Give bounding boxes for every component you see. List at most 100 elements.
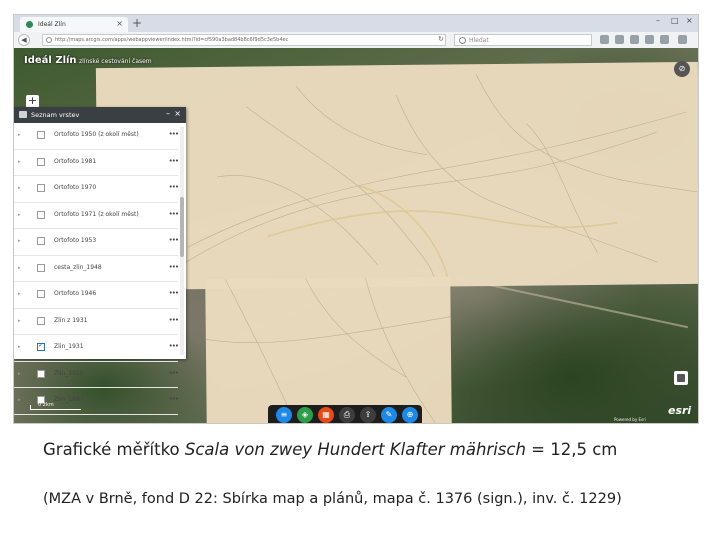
expand-caret-icon[interactable]: ▸ (18, 185, 21, 191)
layer-row[interactable]: ▸ Zlin_1925 ••• (14, 362, 179, 388)
new-tab-button[interactable]: + (132, 15, 142, 31)
layer-visibility-checkbox[interactable] (37, 131, 45, 139)
layer-label: Zlin_1925 (54, 369, 84, 377)
layers-tool-button[interactable]: ◈ (297, 407, 313, 423)
draw-tool-button[interactable]: ✎ (381, 407, 397, 423)
layer-visibility-checkbox[interactable] (37, 290, 45, 298)
back-button[interactable]: ◀ (18, 34, 30, 46)
expand-caret-icon[interactable]: ▸ (18, 344, 21, 350)
caption-scale-prefix: Grafické měřítko (43, 440, 185, 459)
scrollbar-thumb[interactable] (180, 197, 184, 257)
browser-tab-title: Ideál Zlín (38, 21, 66, 28)
reading-list-icon[interactable] (615, 35, 624, 44)
attribute-table-button[interactable] (674, 371, 688, 385)
bottom-toolbar: ≡ ◈ ▦ ⎙ ⇪ ✎ ⊕ (268, 405, 422, 423)
screenshot-frame: Ideál Zlín × + – □ × ◀ http://maps.arcgi… (13, 14, 699, 424)
basemap-tool-button[interactable]: ▦ (318, 407, 334, 423)
historic-map-overlay-lower (205, 276, 452, 423)
layer-row[interactable]: ▸ Ortofoto 1946 ••• (14, 282, 179, 309)
expand-caret-icon[interactable]: ▸ (18, 291, 21, 297)
layer-options-icon[interactable]: ••• (169, 183, 179, 191)
layer-options-icon[interactable]: ••• (169, 236, 179, 244)
layer-options-icon[interactable]: ••• (169, 369, 179, 377)
expand-caret-icon[interactable]: ▸ (18, 159, 21, 165)
layer-row[interactable]: ▸ Ortofoto 1970 ••• (14, 176, 179, 203)
layers-icon (19, 111, 27, 118)
download-icon[interactable] (630, 35, 639, 44)
expand-caret-icon[interactable]: ▸ (18, 265, 21, 271)
layer-row[interactable]: ▸ Ortofoto 1971 (z okolí měst) ••• (14, 203, 179, 229)
layer-visibility-checkbox[interactable] (37, 263, 45, 272)
legend-tool-button[interactable]: ≡ (276, 407, 292, 423)
info-icon[interactable] (46, 37, 52, 43)
layer-visibility-checkbox[interactable] (37, 341, 45, 351)
browser-search-field[interactable]: Hledat (454, 34, 592, 46)
layer-row[interactable]: ▸ Zlin_1931 ••• (14, 335, 179, 362)
layer-label: Ortofoto 1950 (z okolí měst) (54, 131, 139, 138)
layer-options-icon[interactable]: ••• (169, 316, 179, 324)
layer-options-icon[interactable]: ••• (169, 342, 179, 350)
layer-label: Ortofoto 1946 (54, 290, 97, 297)
layer-visibility-checkbox[interactable] (37, 237, 45, 245)
pocket-icon[interactable] (660, 35, 669, 44)
print-tool-button[interactable]: ⎙ (339, 407, 355, 423)
layer-list-header: Seznam vrstev – × (14, 107, 186, 123)
layer-row[interactable]: ▸ Ortofoto 1981 ••• (14, 150, 179, 176)
layer-visibility-checkbox[interactable] (37, 184, 45, 192)
layer-label: cesta_zlin_1948 (54, 263, 102, 271)
map-attribution: Powered by Esri (614, 417, 646, 422)
layer-row[interactable]: ▸ Ortofoto 1953 ••• (14, 229, 179, 256)
browser-tab[interactable]: Ideál Zlín × (20, 17, 128, 32)
expand-caret-icon[interactable]: ▸ (18, 132, 21, 138)
expand-caret-icon[interactable]: ▸ (18, 318, 21, 324)
layer-options-icon[interactable]: ••• (169, 210, 179, 218)
layer-label: Ortofoto 1981 (54, 157, 97, 165)
menu-icon[interactable] (678, 35, 687, 44)
share-tool-button[interactable]: ⇪ (360, 407, 376, 423)
layer-list-panel: Seznam vrstev – × ▸ Ortofoto 1950 (z okol… (14, 107, 186, 415)
panel-close-icon[interactable]: × (174, 109, 181, 118)
browser-toolbar: ◀ http://maps.arcgis.com/apps/webappview… (14, 32, 698, 49)
app-subtitle: zlínské cestování časem (79, 58, 152, 65)
layer-row[interactable]: ▸ Ortofoto 1950 (z okolí měst) ••• (14, 123, 179, 150)
layer-label: Ortofoto 1953 (54, 237, 97, 244)
expand-caret-icon[interactable]: ▸ (18, 397, 21, 403)
layer-label: Zlín z 1931 (54, 316, 88, 324)
historic-map-linework (177, 74, 698, 287)
expand-caret-icon[interactable]: ▸ (18, 371, 21, 377)
window-maximize-button[interactable]: □ (671, 16, 679, 25)
panel-minimize-icon[interactable]: – (166, 109, 170, 118)
layer-options-icon[interactable]: ••• (169, 130, 179, 138)
window-close-button[interactable]: × (686, 16, 693, 25)
tab-close-icon[interactable]: × (116, 19, 123, 28)
address-url: http://maps.arcgis.com/apps/webappviewer… (55, 37, 289, 43)
caption-scale: Grafické měřítko Scala von zwey Hundert … (43, 440, 617, 459)
layer-visibility-checkbox[interactable] (37, 210, 45, 219)
layer-visibility-checkbox[interactable] (37, 369, 45, 378)
home-icon[interactable] (645, 35, 654, 44)
layer-label: Ortofoto 1970 (54, 184, 97, 191)
expand-caret-icon[interactable]: ▸ (18, 212, 21, 218)
window-minimize-button[interactable]: – (656, 16, 660, 25)
historic-map-linework-lower (205, 277, 451, 423)
layer-row[interactable]: ▸ Zlín z 1931 ••• (14, 309, 179, 335)
zoom-tool-button[interactable]: ⊕ (402, 407, 418, 423)
site-favicon-icon (26, 21, 33, 28)
layer-list-scrollbar[interactable] (180, 127, 184, 355)
address-bar[interactable]: http://maps.arcgis.com/apps/webappviewer… (42, 34, 446, 46)
layer-options-icon[interactable]: ••• (169, 289, 179, 297)
expand-caret-icon[interactable]: ▸ (18, 238, 21, 244)
app-title: Ideál Zlín (24, 55, 77, 66)
layer-options-icon[interactable]: ••• (169, 395, 179, 403)
layer-options-icon[interactable]: ••• (169, 263, 179, 271)
esri-logo: esri (668, 404, 692, 417)
reload-icon[interactable]: ↻ (438, 35, 444, 43)
layer-visibility-checkbox[interactable] (37, 157, 45, 166)
layer-row[interactable]: ▸ cesta_zlin_1948 ••• (14, 256, 179, 282)
layer-label: Zlin_1897 (54, 396, 84, 403)
map-view[interactable]: Ideál Zlín zlínské cestování časem ⊘ + S… (14, 48, 698, 423)
layer-visibility-checkbox[interactable] (37, 316, 45, 325)
bookmark-star-icon[interactable] (600, 35, 609, 44)
layer-options-icon[interactable]: ••• (169, 157, 179, 165)
app-close-icon[interactable]: ⊘ (674, 61, 690, 77)
